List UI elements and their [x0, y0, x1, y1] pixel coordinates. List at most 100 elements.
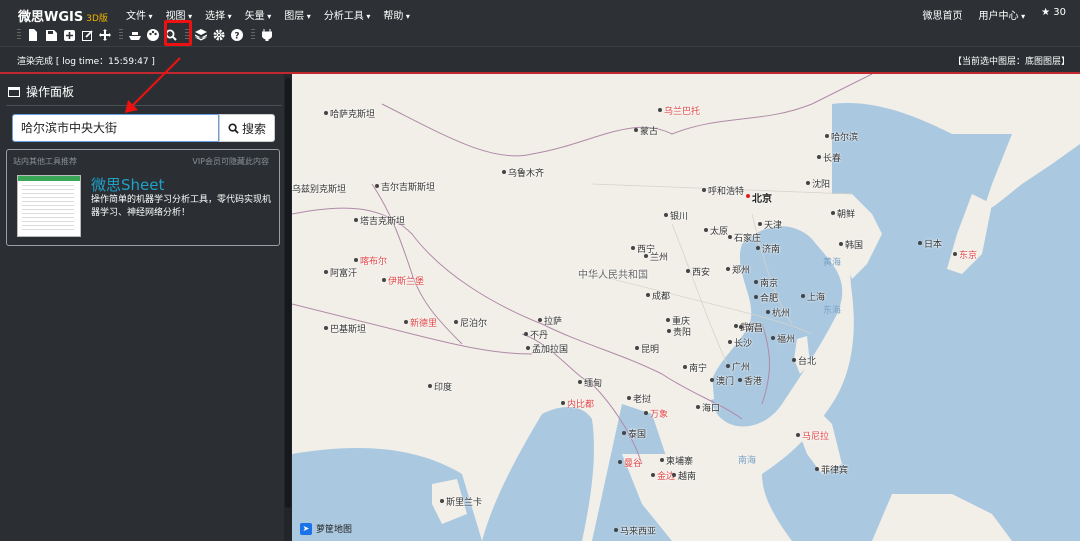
city-marker: [696, 405, 700, 409]
map-label: 台北: [798, 357, 817, 367]
user-nav: 微思首页 用户中心 ★ 30: [923, 7, 1066, 22]
map-label: 昆明: [641, 345, 660, 355]
map-label: 伊斯兰堡: [388, 277, 425, 287]
map-label: 西安: [692, 268, 711, 278]
city-marker: [704, 228, 708, 232]
map-label: 广州: [732, 363, 751, 373]
city-marker: [667, 329, 671, 333]
save-icon[interactable]: [42, 28, 60, 42]
map-label: 日本: [924, 240, 943, 250]
menu-help[interactable]: 帮助: [383, 7, 410, 22]
city-marker: [825, 134, 829, 138]
city-marker: [806, 181, 810, 185]
map-label: 蒙古: [640, 127, 659, 137]
city-marker: [561, 401, 565, 405]
city-marker: [666, 318, 670, 322]
city-marker: [382, 278, 386, 282]
ship-icon[interactable]: [126, 28, 144, 42]
brand-name: 微思WGIS: [18, 10, 84, 25]
map-label: 韩国: [845, 241, 864, 251]
recommend-thumbnail[interactable]: [17, 175, 81, 237]
map-label: 马来西亚: [620, 527, 657, 537]
search-button[interactable]: 搜索: [219, 114, 275, 142]
brand-version: 3D版: [86, 14, 108, 24]
map-label: 长春: [823, 154, 842, 164]
city-marker: [631, 246, 635, 250]
map-label: 南京: [760, 279, 779, 289]
panel-divider: [6, 105, 282, 106]
move-icon[interactable]: [96, 28, 114, 42]
new-file-icon[interactable]: [24, 28, 42, 42]
city-marker: [766, 310, 770, 314]
settings-icon[interactable]: [210, 28, 228, 42]
user-center-menu[interactable]: 用户中心: [979, 7, 1026, 22]
map-label: 曼谷: [624, 459, 643, 469]
map-label: 贵阳: [673, 328, 692, 338]
map-label: 内比都: [567, 400, 595, 410]
city-marker: [758, 222, 762, 226]
map-label: 塔吉克斯坦: [360, 217, 406, 227]
map-label: 吉尔吉斯斯坦: [381, 183, 436, 193]
map-label: 兰州: [650, 253, 669, 263]
city-marker: [324, 326, 328, 330]
city-marker: [644, 254, 648, 258]
city-marker: [754, 280, 758, 284]
map-label: 郑州: [732, 266, 751, 276]
recommend-name[interactable]: 微思Sheet: [91, 174, 164, 195]
svg-text:?: ?: [234, 32, 239, 42]
map-label: 杭州: [772, 309, 791, 319]
search-input[interactable]: 哈尔滨市中央大街: [12, 114, 219, 142]
city-marker: [614, 528, 618, 532]
app-brand[interactable]: 微思WGIS 3D版: [18, 6, 108, 25]
city-marker: [622, 431, 626, 435]
map-label: 合肥: [760, 294, 779, 304]
star-count: 30: [1053, 7, 1066, 18]
city-marker: [738, 378, 742, 382]
city-marker: [524, 332, 528, 336]
city-marker: [771, 336, 775, 340]
map-label: 孟加拉国: [532, 345, 569, 355]
help-icon[interactable]: ?: [228, 28, 246, 42]
toolbar-grip[interactable]: [119, 29, 123, 41]
map-label: 不丹: [530, 331, 549, 341]
menu-layer[interactable]: 图层: [284, 7, 311, 22]
toolbar-grip[interactable]: [251, 29, 255, 41]
vip-hint[interactable]: VIP会员可隐藏此内容: [192, 156, 269, 167]
edit-icon[interactable]: [78, 28, 96, 42]
add-icon[interactable]: [60, 28, 78, 42]
menu-select[interactable]: 选择: [205, 7, 232, 22]
city-marker: [953, 252, 957, 256]
recommend-card[interactable]: 站内其他工具推荐 VIP会员可隐藏此内容 微思Sheet 操作简单的机器学习分析…: [6, 149, 280, 246]
city-marker: [839, 242, 843, 246]
map-label: 南宁: [689, 364, 708, 374]
city-marker: [734, 324, 738, 328]
layers-icon[interactable]: [192, 28, 210, 42]
map-label: 尼泊尔: [460, 319, 488, 329]
city-marker: [354, 258, 358, 262]
panel-scrollbar[interactable]: [285, 78, 291, 508]
city-marker: [428, 384, 432, 388]
star-icon: ★: [1041, 7, 1051, 18]
map-canvas[interactable]: 乌兰巴托 蒙古 哈萨克斯坦 乌鲁木齐 乌兹别克斯坦 吉尔吉斯斯坦 塔吉克斯坦 伊斯兰堡 喀布尔阿…: [292, 74, 1080, 541]
city-marker: [354, 218, 358, 222]
map-label: 中华人民共和国: [578, 270, 648, 281]
toolbar-grip[interactable]: [17, 29, 21, 41]
city-marker: [792, 358, 796, 362]
search-tool-highlight: [164, 20, 192, 46]
city-marker: [796, 433, 800, 437]
city-marker: [726, 364, 730, 368]
menu-analysis[interactable]: 分析工具: [324, 7, 371, 22]
city-marker: [454, 320, 458, 324]
map-label: 上海: [807, 293, 826, 303]
plug-icon[interactable]: [258, 28, 276, 42]
home-link[interactable]: 微思首页: [923, 7, 963, 22]
menu-vector[interactable]: 矢量: [245, 7, 272, 22]
star-counter[interactable]: ★ 30: [1041, 7, 1066, 22]
map-label: 乌兰巴托: [664, 107, 701, 117]
palette-icon[interactable]: [144, 28, 162, 42]
map-label: 东海: [823, 306, 842, 316]
map-attribution: ➤ 萝筐地图: [300, 522, 352, 535]
city-marker: [618, 460, 622, 464]
menu-file[interactable]: 文件: [126, 7, 153, 22]
city-marker: [739, 325, 743, 329]
